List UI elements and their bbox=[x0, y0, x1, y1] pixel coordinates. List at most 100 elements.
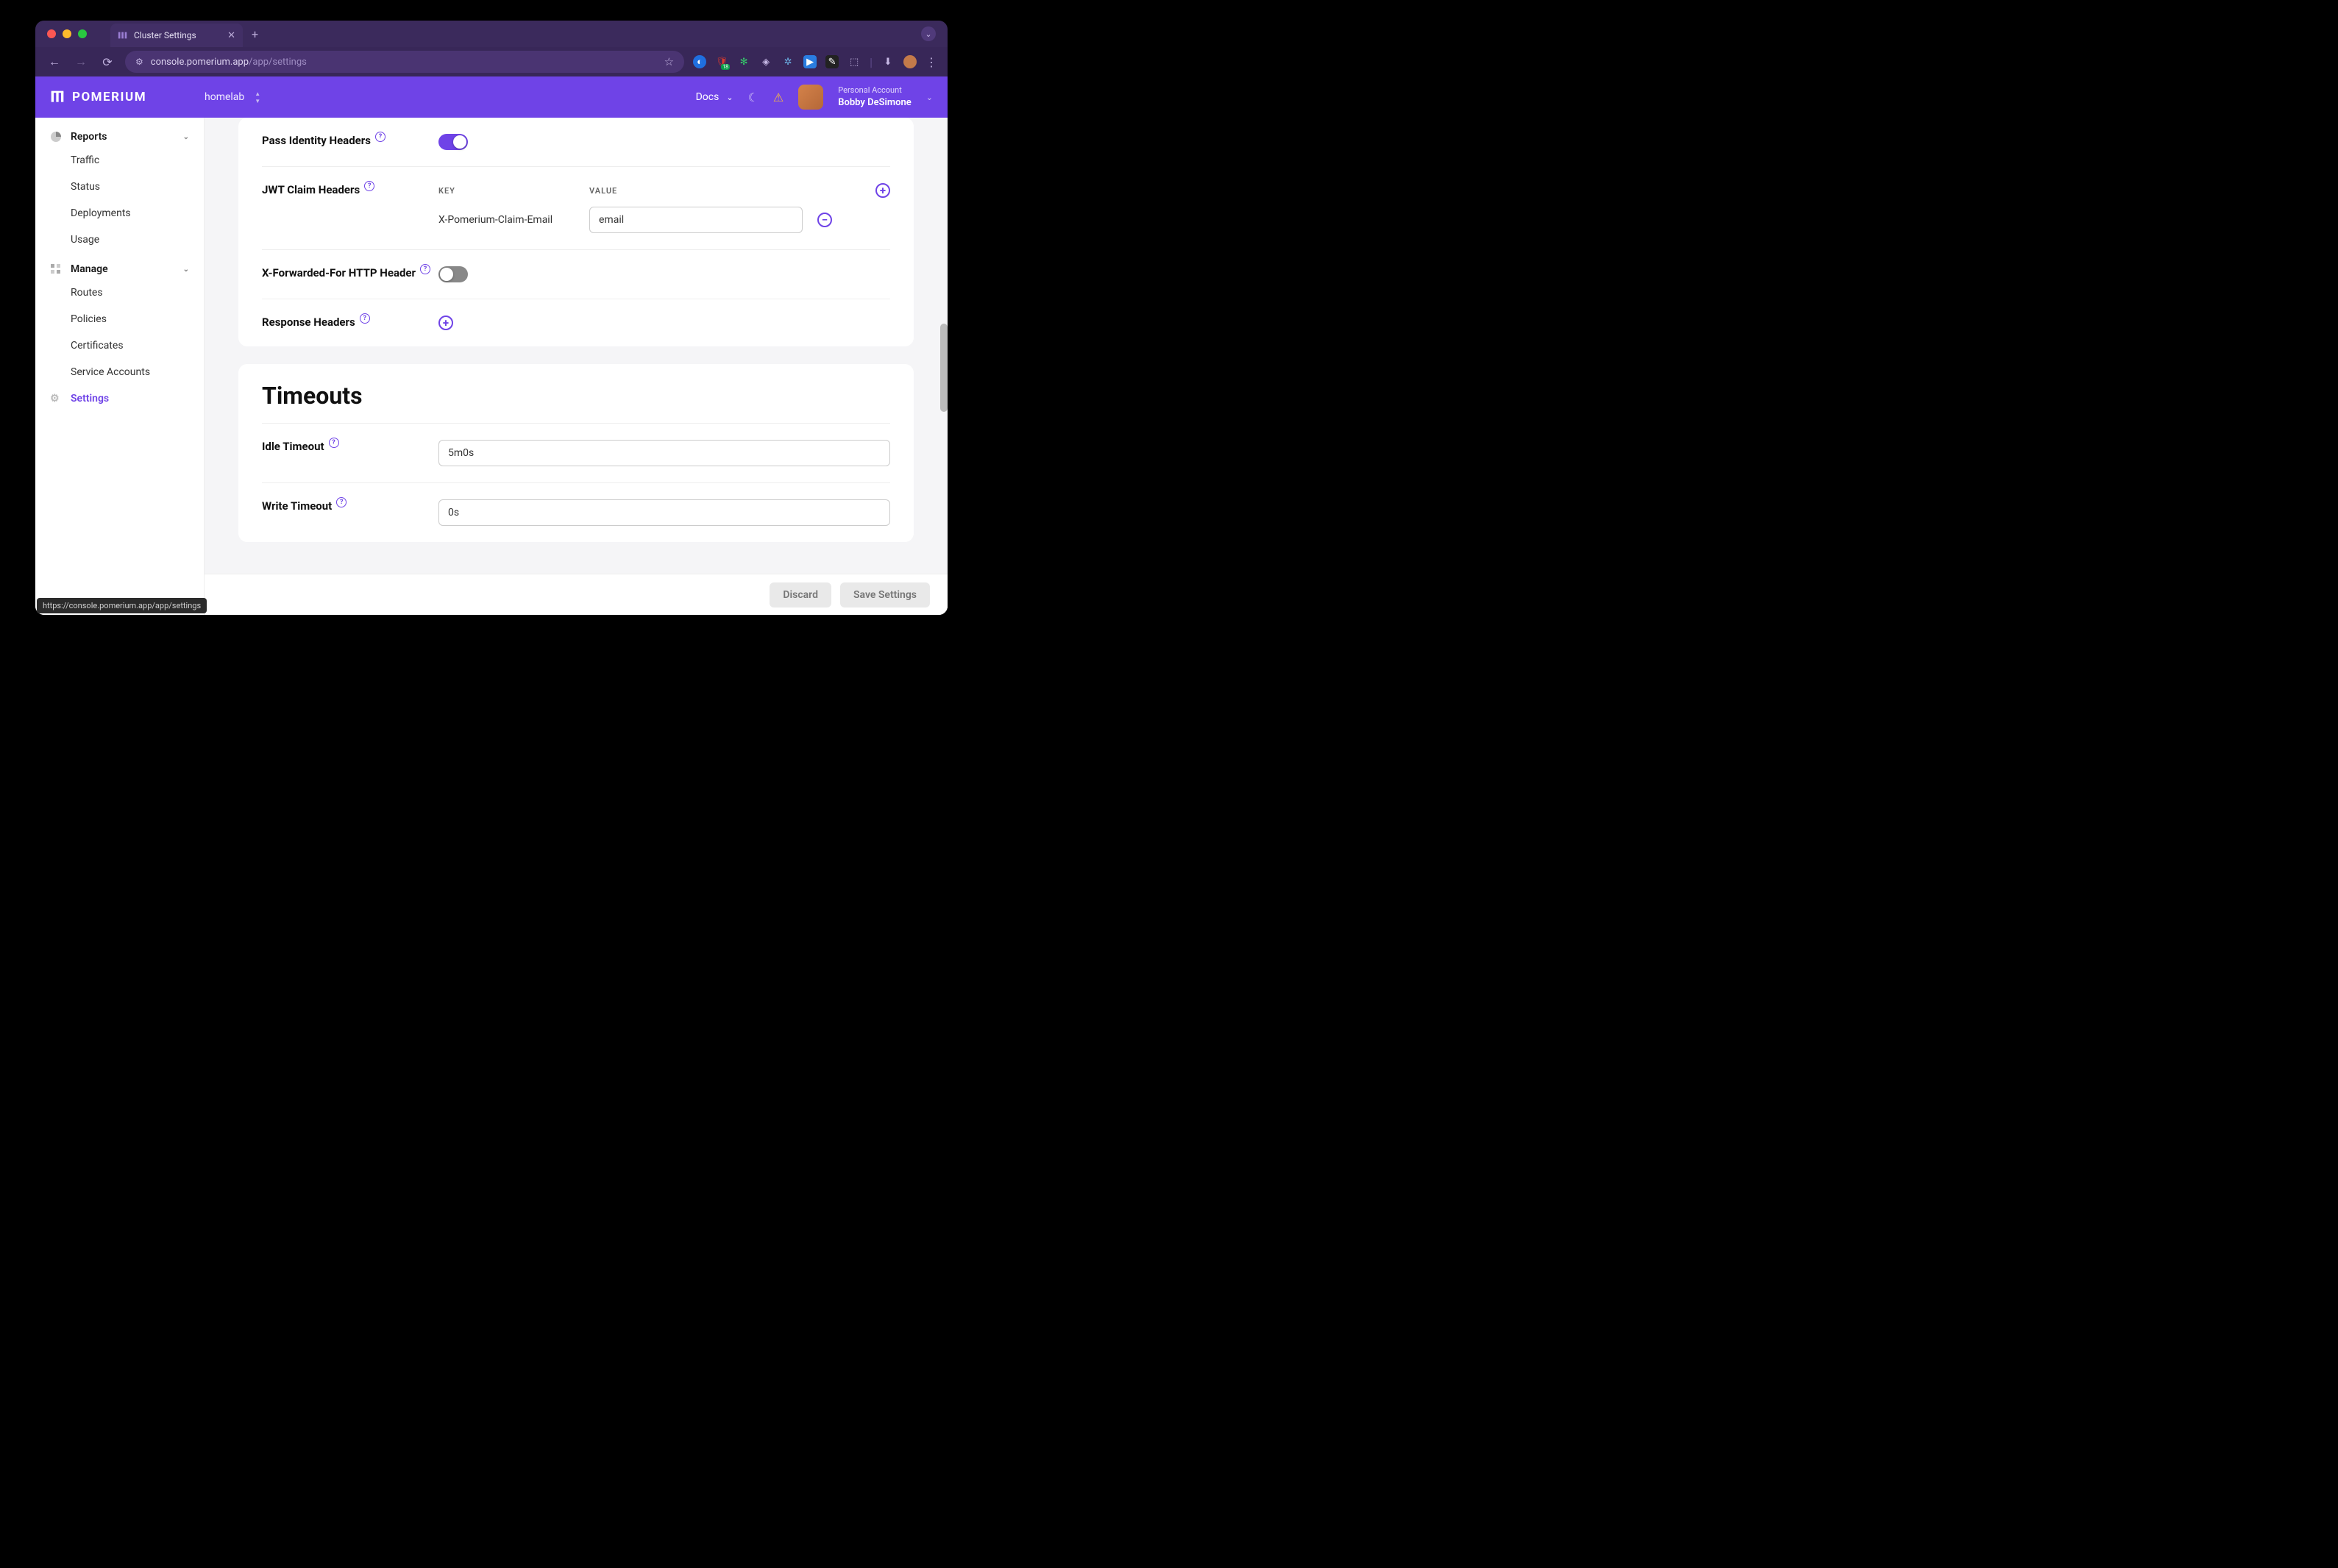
tab-close-icon[interactable]: ✕ bbox=[227, 30, 235, 41]
new-tab-button[interactable]: + bbox=[252, 27, 258, 41]
column-key: KEY bbox=[438, 186, 575, 196]
write-timeout-input[interactable] bbox=[438, 499, 890, 526]
main-content: Pass Identity Headers? JWT Claim Headers… bbox=[205, 118, 948, 615]
sidebar-item-service-accounts[interactable]: Service Accounts bbox=[35, 359, 204, 385]
download-icon[interactable]: ⬇ bbox=[881, 55, 895, 68]
window-controls bbox=[47, 29, 87, 38]
sidebar-group-label: Manage bbox=[71, 263, 108, 275]
chevron-down-icon: ⌄ bbox=[726, 93, 733, 102]
sidebar-group-reports[interactable]: Reports ⌄ bbox=[35, 126, 204, 147]
save-settings-button[interactable]: Save Settings bbox=[840, 582, 930, 607]
brand-text: POMERIUM bbox=[72, 90, 146, 104]
ext-icon-1[interactable]: ◐ bbox=[693, 55, 706, 68]
help-icon[interactable]: ? bbox=[364, 181, 374, 191]
remove-header-button[interactable]: − bbox=[817, 213, 832, 227]
setting-label: JWT Claim Headers bbox=[262, 183, 360, 196]
ext-icon-blue[interactable]: ▶ bbox=[803, 55, 817, 68]
url-display: console.pomerium.app/app/settings bbox=[151, 57, 307, 68]
sidebar-group-manage[interactable]: Manage ⌄ bbox=[35, 259, 204, 279]
forward-button[interactable]: → bbox=[72, 53, 90, 71]
status-bar-url: https://console.pomerium.app/app/setting… bbox=[37, 598, 207, 613]
browser-menu-icon[interactable]: ⋮ bbox=[925, 55, 937, 69]
minimize-window[interactable] bbox=[63, 29, 71, 38]
setting-xff: X-Forwarded-For HTTP Header? bbox=[262, 250, 890, 299]
setting-jwt-claim-headers: JWT Claim Headers? KEY VALUE + X-Pomeriu… bbox=[262, 167, 890, 250]
help-icon[interactable]: ? bbox=[375, 132, 385, 142]
tab-favicon bbox=[118, 30, 128, 40]
ext-icon-gear[interactable]: ✲ bbox=[781, 55, 795, 68]
app-header: POMERIUM homelab ▲▼ Docs ⌄ ☾ ⚠ Personal … bbox=[35, 76, 948, 118]
help-icon[interactable]: ? bbox=[336, 497, 347, 507]
sidebar-item-policies[interactable]: Policies bbox=[35, 306, 204, 332]
docs-link[interactable]: Docs ⌄ bbox=[696, 91, 733, 103]
browser-tab[interactable]: Cluster Settings ✕ bbox=[110, 24, 243, 47]
sidebar-item-traffic[interactable]: Traffic bbox=[35, 147, 204, 174]
ext-badge-count: 18 bbox=[721, 64, 730, 70]
ext-icon-green[interactable]: ✻ bbox=[737, 55, 750, 68]
setting-write-timeout: Write Timeout? bbox=[262, 483, 890, 542]
scrollbar-thumb[interactable] bbox=[940, 324, 948, 412]
add-header-button[interactable]: + bbox=[875, 183, 890, 198]
selector-arrows-icon: ▲▼ bbox=[255, 90, 260, 104]
setting-label: Idle Timeout bbox=[262, 440, 324, 453]
jwt-value-input[interactable] bbox=[589, 207, 803, 233]
tab-overflow: ⌄ bbox=[921, 26, 936, 41]
browser-toolbar: ← → ⟳ ⚙ console.pomerium.app/app/setting… bbox=[35, 47, 948, 76]
bookmark-icon[interactable]: ☆ bbox=[664, 55, 674, 68]
ext-icon-dark[interactable]: ✎ bbox=[825, 55, 839, 68]
timeouts-card: Timeouts Idle Timeout? Write Timeout? bbox=[238, 364, 914, 542]
help-icon[interactable]: ? bbox=[329, 438, 339, 448]
jwt-key-text: X-Pomerium-Claim-Email bbox=[438, 214, 575, 226]
namespace-selector[interactable]: homelab ▲▼ bbox=[205, 90, 260, 104]
grid-icon bbox=[50, 263, 62, 275]
pass-identity-toggle[interactable] bbox=[438, 134, 468, 150]
sidebar-item-routes[interactable]: Routes bbox=[35, 279, 204, 306]
idle-timeout-input[interactable] bbox=[438, 440, 890, 466]
ext-icon-ublock[interactable]: 🛡18 bbox=[715, 55, 728, 68]
ext-icon-shield[interactable]: ◈ bbox=[759, 55, 772, 68]
extensions-menu-icon[interactable]: ⬚ bbox=[848, 55, 861, 68]
brand-logo[interactable]: POMERIUM bbox=[50, 90, 205, 104]
zoom-window[interactable] bbox=[78, 29, 87, 38]
add-response-header-button[interactable]: + bbox=[438, 316, 453, 330]
account-type: Personal Account bbox=[838, 85, 912, 96]
profile-avatar-icon[interactable] bbox=[903, 55, 917, 68]
pie-chart-icon bbox=[50, 131, 62, 143]
user-avatar[interactable] bbox=[798, 85, 823, 110]
chevron-down-icon: ⌄ bbox=[183, 133, 189, 141]
help-icon[interactable]: ? bbox=[420, 264, 430, 274]
extension-tray: ◐ 🛡18 ✻ ◈ ✲ ▶ ✎ ⬚ | ⬇ ⋮ bbox=[693, 55, 937, 69]
footer-actions: Discard Save Settings bbox=[205, 574, 948, 615]
warning-icon[interactable]: ⚠ bbox=[773, 90, 784, 104]
reload-button[interactable]: ⟳ bbox=[99, 53, 116, 71]
gear-icon: ⚙ bbox=[50, 393, 62, 405]
discard-button[interactable]: Discard bbox=[770, 582, 831, 607]
headers-card: Pass Identity Headers? JWT Claim Headers… bbox=[238, 118, 914, 346]
sidebar-item-deployments[interactable]: Deployments bbox=[35, 200, 204, 227]
theme-toggle-icon[interactable]: ☾ bbox=[748, 90, 758, 104]
sidebar-item-status[interactable]: Status bbox=[35, 174, 204, 200]
setting-label: Write Timeout bbox=[262, 499, 332, 513]
site-settings-icon[interactable]: ⚙ bbox=[135, 57, 143, 67]
address-bar[interactable]: ⚙ console.pomerium.app/app/settings ☆ bbox=[125, 51, 684, 73]
sidebar: Reports ⌄ Traffic Status Deployments Usa… bbox=[35, 118, 205, 615]
sidebar-item-certificates[interactable]: Certificates bbox=[35, 332, 204, 359]
tab-dropdown-button[interactable]: ⌄ bbox=[921, 26, 936, 41]
app-viewport: POMERIUM homelab ▲▼ Docs ⌄ ☾ ⚠ Personal … bbox=[35, 76, 948, 615]
help-icon[interactable]: ? bbox=[360, 313, 370, 324]
xff-toggle[interactable] bbox=[438, 266, 468, 282]
back-button[interactable]: ← bbox=[46, 53, 63, 71]
close-window[interactable] bbox=[47, 29, 56, 38]
account-name: Bobby DeSimone bbox=[838, 96, 912, 110]
tab-title: Cluster Settings bbox=[134, 30, 196, 40]
browser-window: Cluster Settings ✕ + ⌄ ← → ⟳ ⚙ console.p… bbox=[35, 21, 948, 615]
setting-idle-timeout: Idle Timeout? bbox=[262, 424, 890, 483]
tab-strip: Cluster Settings ✕ + bbox=[110, 21, 258, 47]
chevron-down-icon: ⌄ bbox=[183, 266, 189, 274]
titlebar: Cluster Settings ✕ + ⌄ bbox=[35, 21, 948, 47]
column-value: VALUE bbox=[589, 186, 861, 196]
jwt-header-row: X-Pomerium-Claim-Email − bbox=[438, 207, 890, 233]
sidebar-item-usage[interactable]: Usage bbox=[35, 227, 204, 253]
sidebar-item-settings[interactable]: ⚙ Settings bbox=[35, 385, 204, 412]
account-menu[interactable]: Personal Account Bobby DeSimone bbox=[838, 85, 912, 110]
